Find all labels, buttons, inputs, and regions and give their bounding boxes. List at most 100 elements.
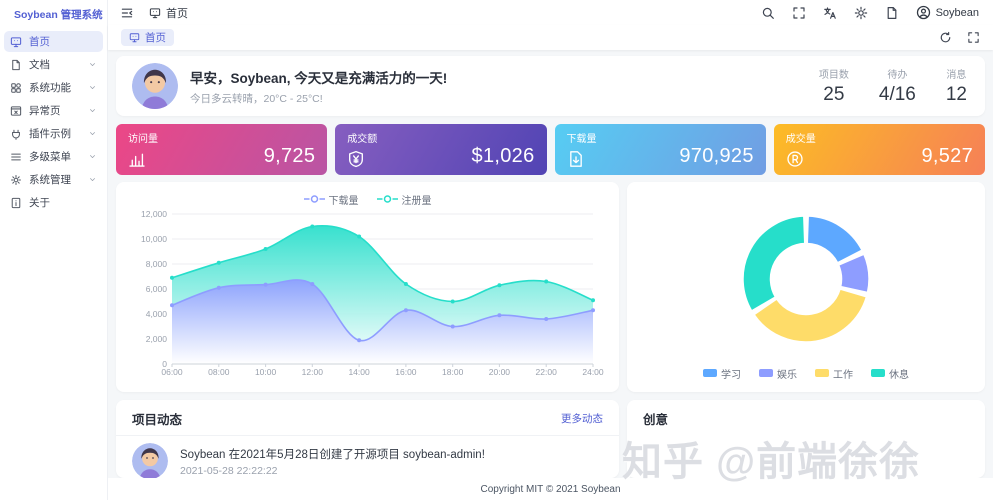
- refresh-button[interactable]: [939, 31, 952, 44]
- document-icon: [10, 59, 22, 71]
- avatar-icon: [916, 5, 931, 20]
- menu-fold-button[interactable]: [120, 6, 134, 20]
- chevron-down-icon: [88, 152, 97, 161]
- document-button[interactable]: [885, 6, 899, 20]
- document-icon: [10, 59, 22, 71]
- legend-item[interactable]: 学习: [703, 366, 741, 381]
- user-menu[interactable]: Soybean: [916, 5, 979, 20]
- greeting-title: 早安，Soybean, 今天又是充满活力的一天!: [190, 67, 807, 87]
- breadcrumb-label: 首页: [166, 5, 188, 21]
- svg-text:4,000: 4,000: [146, 309, 168, 319]
- sidebar-item-docs[interactable]: 文档: [4, 54, 103, 75]
- monitor-icon: [149, 7, 161, 19]
- grid-icon: [10, 82, 22, 94]
- donut-chart: [637, 197, 975, 360]
- language-button[interactable]: [823, 6, 837, 20]
- svg-text:6,000: 6,000: [146, 284, 168, 294]
- cartoon-avatar-image: [132, 443, 168, 478]
- stat-label: 待办: [879, 66, 916, 81]
- chevron-down-icon: [88, 129, 97, 138]
- main-column: 首页 Soybean 首页 早安，Soybean, 今天又是充满活力的: [108, 0, 993, 500]
- stat-card: 成交额$1,026: [335, 124, 546, 175]
- fullscreen-button[interactable]: [967, 31, 980, 44]
- sidebar-item-functions[interactable]: 系统功能: [4, 77, 103, 98]
- menu-levels-icon: [10, 151, 22, 163]
- sidebar-item-home[interactable]: 首页: [4, 31, 103, 52]
- creativity-title: 创意: [643, 409, 668, 428]
- news-timestamp: 2021-05-28 22:22:22: [180, 465, 485, 477]
- sidebar-item-label: 首页: [29, 34, 97, 49]
- legend-item[interactable]: 下载量: [304, 192, 359, 207]
- document-icon: [885, 6, 899, 20]
- tab-home[interactable]: 首页: [121, 29, 174, 46]
- app-logo[interactable]: Soybean 管理系统: [0, 0, 107, 29]
- about-icon: [10, 197, 22, 209]
- about-icon: [10, 197, 22, 209]
- sidebar-item-plugins[interactable]: 插件示例: [4, 123, 103, 144]
- theme-button[interactable]: [854, 6, 868, 20]
- stat-value: 25: [819, 84, 849, 106]
- sidebar-item-system-admin[interactable]: 系统管理: [4, 169, 103, 190]
- legend-item[interactable]: 娱乐: [759, 366, 797, 381]
- stat-card: 成交量9,527: [774, 124, 985, 175]
- chevron-down-icon: [88, 152, 97, 161]
- chevron-down-icon: [88, 83, 97, 92]
- tab-label: 首页: [145, 30, 166, 45]
- svg-text:06:00: 06:00: [161, 367, 183, 377]
- cartoon-avatar-image: [132, 63, 178, 109]
- svg-text:08:00: 08:00: [208, 367, 230, 377]
- legend-item[interactable]: 工作: [815, 366, 853, 381]
- legend-label: 注册量: [402, 192, 432, 207]
- menu-fold-icon: [120, 6, 134, 20]
- page-content: 早安，Soybean, 今天又是充满活力的一天! 今日多云转晴，20°C - 2…: [108, 50, 993, 478]
- grid-icon: [10, 82, 22, 94]
- fullscreen-button[interactable]: [792, 6, 806, 20]
- footer: Copyright MIT © 2021 Soybean: [108, 478, 993, 500]
- legend-marker-icon: [377, 195, 398, 203]
- greeting-stats: 项目数25待办4/16消息12: [819, 66, 969, 106]
- tabbar: 首页: [108, 25, 993, 50]
- news-list-item: Soybean 在2021年5月28日创建了开源项目 soybean-admin…: [116, 436, 619, 478]
- svg-text:12:00: 12:00: [302, 367, 324, 377]
- chevron-down-icon: [88, 175, 97, 184]
- legend-swatch-icon: [871, 369, 885, 377]
- sidebar-item-label: 插件示例: [29, 126, 81, 141]
- greeting-subtitle: 今日多云转晴，20°C - 25°C!: [190, 91, 807, 106]
- sidebar-item-label: 系统管理: [29, 172, 81, 187]
- error-page-icon: [10, 105, 22, 117]
- pie-chart-card: 学习 娱乐 工作 休息: [627, 182, 985, 392]
- breadcrumb[interactable]: 首页: [149, 5, 188, 21]
- svg-text:12,000: 12,000: [141, 209, 167, 219]
- monitor-icon: [10, 36, 22, 48]
- chevron-down-icon: [88, 175, 97, 184]
- more-news-link[interactable]: 更多动态: [561, 411, 603, 426]
- money-shield-icon: [347, 150, 365, 168]
- search-icon: [761, 6, 775, 20]
- registered-icon: [786, 150, 804, 168]
- chevron-down-icon: [88, 60, 97, 69]
- line-chart-card: 下载量注册量 02,0004,0006,0008,00010,00012,000…: [116, 182, 619, 392]
- registered-icon: [786, 150, 804, 168]
- search-button[interactable]: [761, 6, 775, 20]
- settings-icon: [10, 174, 22, 186]
- area-chart: 02,0004,0006,0008,00010,00012,00006:0008…: [128, 208, 607, 390]
- legend-item[interactable]: 注册量: [377, 192, 432, 207]
- copyright-text: Copyright MIT © 2021 Soybean: [480, 484, 620, 495]
- legend-swatch-icon: [759, 369, 773, 377]
- greeting-stat: 项目数25: [819, 66, 849, 106]
- legend-item[interactable]: 休息: [871, 366, 909, 381]
- money-shield-icon: [347, 150, 365, 168]
- sidebar-item-exception[interactable]: 异常页: [4, 100, 103, 121]
- sidebar-item-multi-menu[interactable]: 多级菜单: [4, 146, 103, 167]
- stat-card: 访问量9,725: [116, 124, 327, 175]
- sidebar-item-label: 关于: [29, 195, 97, 210]
- sidebar-item-label: 多级菜单: [29, 149, 81, 164]
- svg-text:8,000: 8,000: [146, 259, 168, 269]
- plugin-icon: [10, 128, 22, 140]
- line-chart-legend: 下载量 注册量: [128, 190, 607, 208]
- bar-chart-icon: [128, 150, 146, 168]
- greeting-stat: 待办4/16: [879, 66, 916, 106]
- language-icon: [823, 6, 837, 20]
- legend-swatch-icon: [815, 369, 829, 377]
- sidebar-item-about[interactable]: 关于: [4, 192, 103, 213]
